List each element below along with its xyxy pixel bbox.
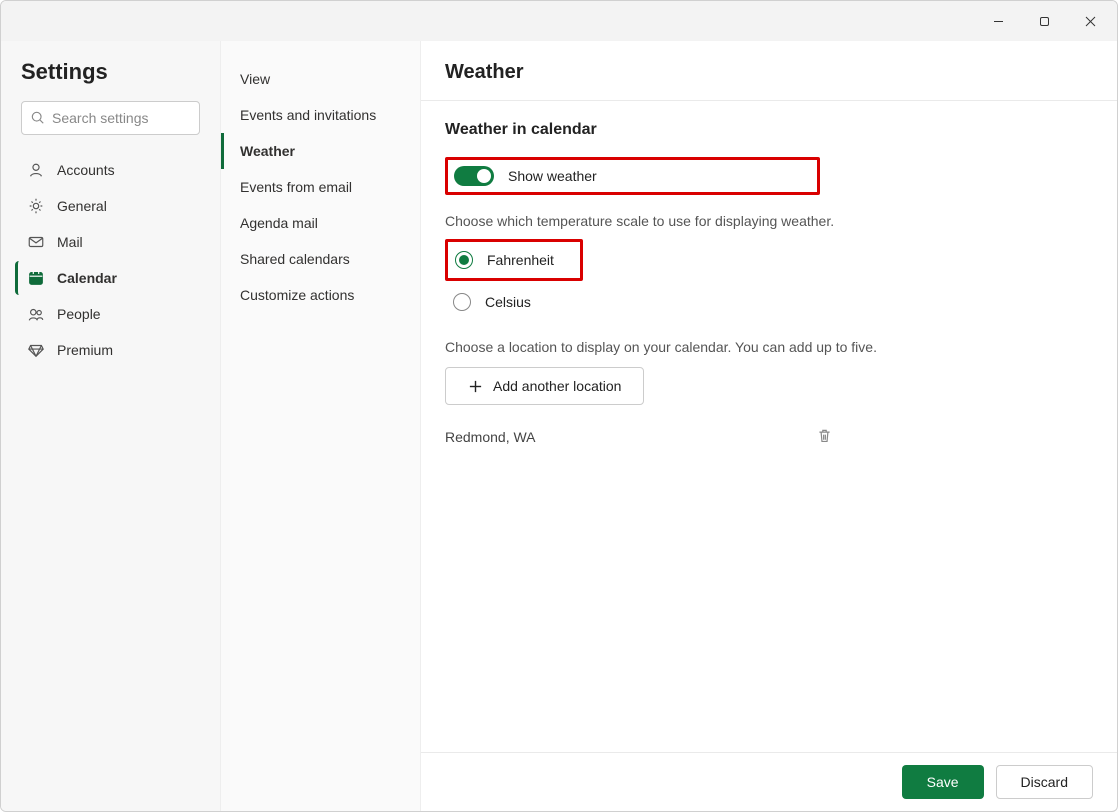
show-weather-toggle[interactable]: [454, 166, 494, 186]
radio-fahrenheit[interactable]: Fahrenheit: [453, 245, 556, 275]
radio-circle-icon: [453, 293, 471, 311]
subnav-item-agenda-mail[interactable]: Agenda mail: [221, 205, 420, 241]
sidebar-item-general[interactable]: General: [15, 189, 210, 223]
subnav-item-customize-actions[interactable]: Customize actions: [221, 277, 420, 313]
scale-description: Choose which temperature scale to use fo…: [445, 213, 1093, 229]
sidebar-item-calendar[interactable]: Calendar: [15, 261, 210, 295]
sidebar-item-label: Premium: [57, 342, 113, 358]
person-icon: [27, 161, 45, 179]
window-close-button[interactable]: [1067, 1, 1113, 41]
content-header: Weather: [421, 41, 1117, 101]
sidebar-item-label: Mail: [57, 234, 83, 250]
search-icon: [31, 111, 45, 125]
settings-sidebar: Settings Accounts General Mail Calendar: [1, 41, 221, 811]
subnav-item-events-from-email[interactable]: Events from email: [221, 169, 420, 205]
sidebar-item-label: General: [57, 198, 107, 214]
search-wrap: [21, 101, 200, 135]
people-icon: [27, 305, 45, 323]
sidebar-item-label: Calendar: [57, 270, 117, 286]
settings-subnav: View Events and invitations Weather Even…: [221, 41, 421, 811]
window-maximize-button[interactable]: [1021, 1, 1067, 41]
sidebar-item-premium[interactable]: Premium: [15, 333, 210, 367]
page-title: Settings: [21, 59, 210, 85]
sidebar-item-people[interactable]: People: [15, 297, 210, 331]
content-title: Weather: [445, 61, 1093, 84]
subnav-item-events-invitations[interactable]: Events and invitations: [221, 97, 420, 133]
mail-icon: [27, 233, 45, 251]
sidebar-item-label: Accounts: [57, 162, 115, 178]
sidebar-item-mail[interactable]: Mail: [15, 225, 210, 259]
save-button[interactable]: Save: [902, 765, 984, 799]
radio-celsius[interactable]: Celsius: [445, 287, 1093, 317]
show-weather-label: Show weather: [508, 168, 597, 184]
add-location-label: Add another location: [493, 378, 621, 394]
gear-icon: [27, 197, 45, 215]
location-name: Redmond, WA: [445, 429, 536, 445]
subnav-item-view[interactable]: View: [221, 61, 420, 97]
radio-label: Fahrenheit: [487, 252, 554, 268]
highlight-fahrenheit: Fahrenheit: [445, 239, 583, 281]
calendar-icon: [27, 269, 45, 287]
location-description: Choose a location to display on your cal…: [445, 339, 1093, 355]
window-minimize-button[interactable]: [975, 1, 1021, 41]
plus-icon: [468, 379, 483, 394]
subnav-item-shared-calendars[interactable]: Shared calendars: [221, 241, 420, 277]
window-titlebar: [1, 1, 1117, 41]
toggle-knob: [477, 169, 491, 183]
footer: Save Discard: [421, 752, 1117, 811]
add-location-button[interactable]: Add another location: [445, 367, 644, 405]
radio-label: Celsius: [485, 294, 531, 310]
highlight-show-weather: Show weather: [445, 157, 820, 195]
diamond-icon: [27, 341, 45, 359]
section-title: Weather in calendar: [445, 121, 1093, 139]
radio-circle-icon: [455, 251, 473, 269]
sidebar-item-label: People: [57, 306, 101, 322]
search-input[interactable]: [21, 101, 200, 135]
sidebar-item-accounts[interactable]: Accounts: [15, 153, 210, 187]
location-row: Redmond, WA: [445, 427, 1093, 447]
trash-icon: [816, 427, 833, 444]
subnav-item-weather[interactable]: Weather: [221, 133, 420, 169]
discard-button[interactable]: Discard: [996, 765, 1093, 799]
delete-location-button[interactable]: [816, 427, 833, 447]
content: Weather Weather in calendar Show weather…: [421, 41, 1117, 811]
